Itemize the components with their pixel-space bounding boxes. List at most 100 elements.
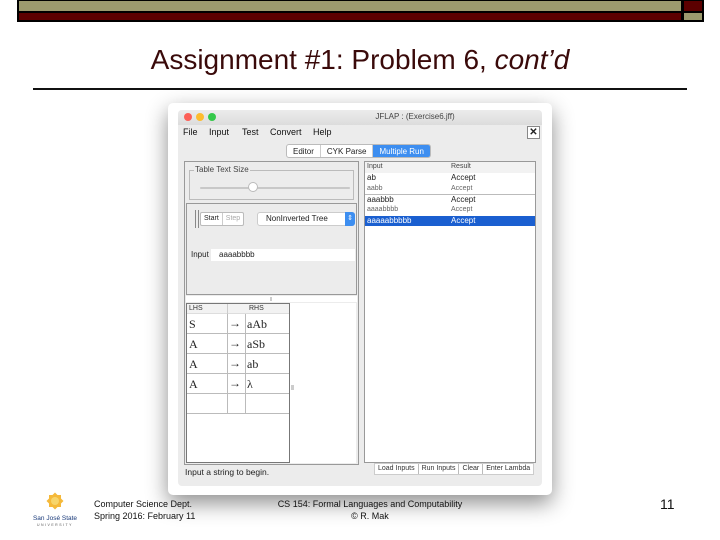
title-rule xyxy=(33,88,687,90)
logo-subtitle: UNIVERSITY xyxy=(36,523,73,527)
tab-cyk-parse[interactable]: CYK Parse xyxy=(321,145,374,157)
tab-multiple-run[interactable]: Multiple Run xyxy=(373,145,430,157)
grammar-rhs: ab xyxy=(247,357,259,371)
start-step-control: Start Step xyxy=(200,212,245,226)
footer-course-line1: CS 154: Formal Languages and Computabili… xyxy=(277,499,463,509)
arrow-icon: → xyxy=(229,336,241,350)
slide-title-main: Assignment #1: Problem 6, xyxy=(150,44,495,75)
menu-convert[interactable]: Convert xyxy=(270,127,302,137)
toolbar-grip-icon[interactable] xyxy=(195,210,199,228)
left-panel: Table Text Size Start Step NonInverted T… xyxy=(184,161,359,465)
menu-test[interactable]: Test xyxy=(242,127,259,137)
window-title: JFLAP : (Exercise6.jff) xyxy=(375,112,455,121)
olive-band xyxy=(19,1,681,11)
table-text-size-legend: Table Text Size xyxy=(194,165,250,174)
status-message: Input a string to begin. xyxy=(185,467,270,477)
menu-file[interactable]: File xyxy=(183,127,198,137)
slide-title: Assignment #1: Problem 6, cont’d xyxy=(0,44,720,76)
slide-top-band xyxy=(17,0,704,22)
table-text-size-group: Table Text Size xyxy=(189,165,354,200)
input-column-header[interactable]: Input xyxy=(367,163,383,170)
row-input: aaaaabbbbb xyxy=(367,215,412,225)
olive-square xyxy=(684,13,702,20)
enter-lambda-button[interactable]: Enter Lambda xyxy=(483,464,533,474)
row-input: aaaabbbb xyxy=(367,206,399,213)
tab-editor[interactable]: Editor xyxy=(287,145,321,157)
arrow-icon: → xyxy=(229,316,241,330)
row-result: Accept xyxy=(451,173,476,182)
row-result: Accept xyxy=(451,206,473,213)
input-label: Input xyxy=(191,249,211,261)
close-tab-button[interactable]: ✕ xyxy=(527,126,540,139)
run-inputs-button[interactable]: Run Inputs xyxy=(419,464,460,474)
grammar-rhs: λ xyxy=(247,377,253,391)
results-row[interactable]: aaaabbbb Accept xyxy=(365,205,535,216)
slide-title-italic: cont’d xyxy=(494,44,570,75)
pane-resize-handle[interactable] xyxy=(291,385,294,390)
menubar: File Input Test Convert Help ✕ xyxy=(178,125,542,141)
slider-thumb[interactable] xyxy=(247,182,258,192)
footer-dept-line2: Spring 2016: February 11 xyxy=(94,511,196,521)
row-result: Accept xyxy=(451,215,476,225)
input-field[interactable]: Input aaaabbbb xyxy=(191,249,355,261)
step-button[interactable]: Step xyxy=(223,213,243,225)
menu-help[interactable]: Help xyxy=(313,127,332,137)
results-button-bar: Load Inputs Run Inputs Clear Enter Lambd… xyxy=(374,463,535,475)
arrow-icon: → xyxy=(229,376,241,390)
row-input: ab xyxy=(367,173,376,182)
lhs-header[interactable]: LHS xyxy=(189,305,203,312)
start-button[interactable]: Start xyxy=(201,213,223,225)
sjsu-star-icon xyxy=(46,492,64,510)
grammar-table: LHS RHS S → aAb A → aSb A → ab A → λ xyxy=(186,303,290,463)
jflap-window: JFLAP : (Exercise6.jff) File Input Test … xyxy=(178,110,542,486)
rhs-header[interactable]: RHS xyxy=(249,305,264,312)
table-text-size-slider[interactable] xyxy=(200,187,350,189)
parse-mode-value: NonInverted Tree xyxy=(266,214,328,223)
grammar-row[interactable]: S → aAb xyxy=(187,314,289,334)
row-input: aaabbb xyxy=(367,194,394,204)
row-result: Accept xyxy=(451,194,476,204)
grammar-row[interactable]: A → ab xyxy=(187,354,289,374)
grammar-lhs: S xyxy=(189,317,196,331)
grammar-lhs: A xyxy=(189,377,198,391)
grammar-lhs: A xyxy=(189,357,198,371)
select-arrows-icon: ⇕ xyxy=(345,212,355,226)
red-band xyxy=(19,13,681,20)
load-inputs-button[interactable]: Load Inputs xyxy=(375,464,419,474)
grammar-row[interactable]: A → aSb xyxy=(187,334,289,354)
grammar-row-empty[interactable] xyxy=(187,394,289,414)
red-square xyxy=(684,1,702,11)
run-control-panel: Start Step NonInverted Tree ⇕ Input aaaa… xyxy=(186,203,357,295)
split-divider[interactable] xyxy=(186,296,357,302)
grammar-rhs: aSb xyxy=(247,337,265,351)
results-table: Input Result ab Accept aabb Accept aaabb… xyxy=(364,161,536,463)
grammar-row[interactable]: A → λ xyxy=(187,374,289,394)
page-number: 11 xyxy=(660,496,675,512)
grammar-side-pane xyxy=(290,303,356,463)
results-row[interactable]: ab Accept xyxy=(365,173,535,184)
row-input: aabb xyxy=(367,184,383,192)
view-tabs: Editor CYK Parse Multiple Run xyxy=(286,144,431,158)
footer-course: CS 154: Formal Languages and Computabili… xyxy=(260,498,480,522)
result-column-header[interactable]: Result xyxy=(451,163,471,170)
results-row[interactable]: aabb Accept xyxy=(365,184,535,195)
clear-button[interactable]: Clear xyxy=(459,464,484,474)
grammar-rhs: aAb xyxy=(247,317,267,331)
grammar-lhs: A xyxy=(189,337,198,351)
footer-dept-line1: Computer Science Dept. xyxy=(94,499,193,509)
divider-handle-icon xyxy=(270,297,272,301)
footer-course-line2: © R. Mak xyxy=(351,511,389,521)
grammar-header: LHS RHS xyxy=(187,304,289,314)
window-titlebar[interactable]: JFLAP : (Exercise6.jff) xyxy=(178,110,542,125)
footer-dept: Computer Science Dept. Spring 2016: Febr… xyxy=(94,498,195,522)
results-row[interactable]: aaabbb Accept xyxy=(365,195,535,206)
close-icon: ✕ xyxy=(529,127,538,138)
menu-input[interactable]: Input xyxy=(209,127,229,137)
parse-mode-select[interactable]: NonInverted Tree ⇕ xyxy=(257,212,355,226)
input-value[interactable]: aaaabbbb xyxy=(219,249,255,261)
row-result: Accept xyxy=(451,184,473,192)
arrow-icon: → xyxy=(229,356,241,370)
logo-name: San José State xyxy=(32,515,78,522)
results-header: Input Result xyxy=(365,162,535,173)
results-row-selected[interactable]: aaaaabbbbb Accept xyxy=(365,215,535,226)
